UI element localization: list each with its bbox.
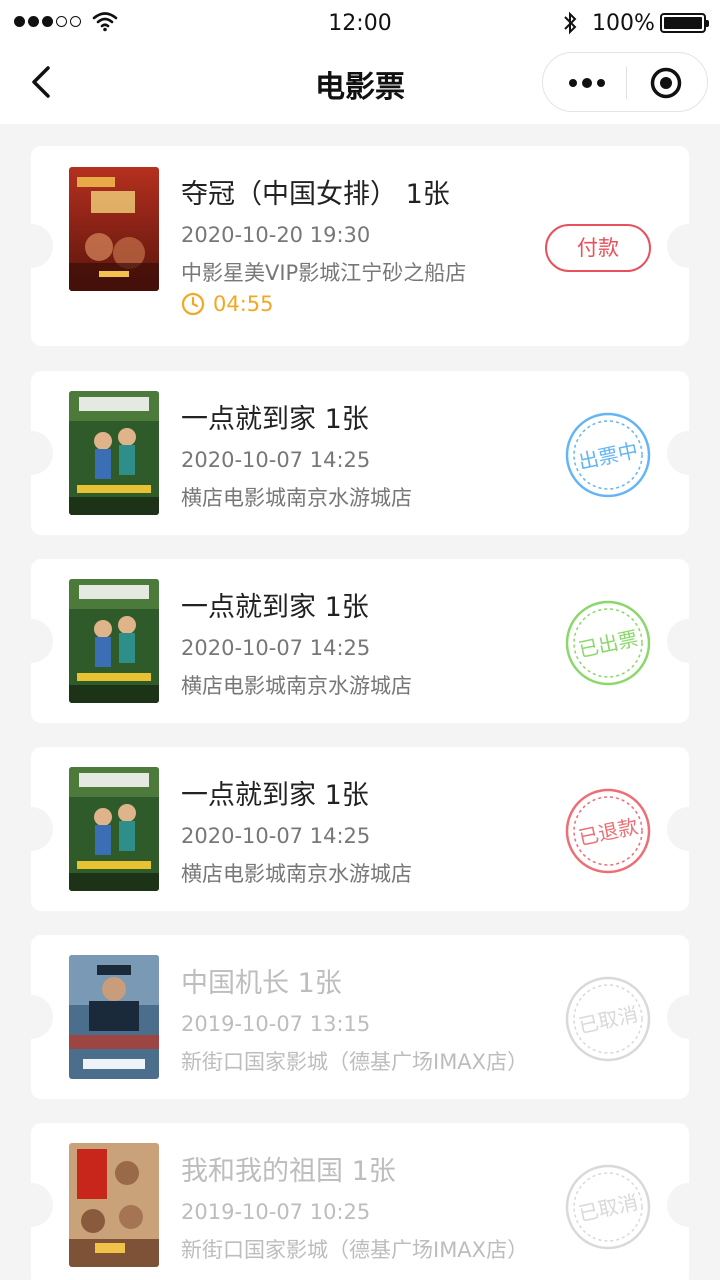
cinema-name: 新街口国家影城（德基广场IMAX店） [181,1238,529,1262]
movie-poster [69,955,159,1079]
status-bar: 12:00 100% [0,0,720,48]
status-stamp: 已退款 [564,787,652,875]
movie-title: 中国机长 1张 [181,968,342,999]
pay-button[interactable]: 付款 [545,224,651,272]
payment-countdown: 04:55 [181,292,274,316]
status-stamp-text: 出票中 [576,438,640,474]
order-card[interactable]: 我和我的祖国 1张 2019-10-07 10:25 新街口国家影城（德基广场I… [31,1123,689,1280]
status-stamp: 出票中 [564,411,652,499]
movie-title: 我和我的祖国 1张 [181,1156,396,1187]
order-card[interactable]: 一点就到家 1张 2020-10-07 14:25 横店电影城南京水游城店 出票… [31,371,689,535]
status-stamp-text: 已出票 [576,626,640,662]
status-stamp-text: 已取消 [576,1190,640,1226]
cinema-name: 横店电影城南京水游城店 [181,862,412,886]
showtime: 2020-10-20 19:30 [181,223,371,247]
showtime: 2019-10-07 13:15 [181,1012,371,1036]
bluetooth-icon [564,11,577,35]
status-stamp: 已取消 [564,1163,652,1251]
order-card[interactable]: 一点就到家 1张 2020-10-07 14:25 横店电影城南京水游城店 已出… [31,559,689,723]
nav-bar: 电影票 [0,48,720,124]
movie-poster [69,767,159,891]
cinema-name: 中影星美VIP影城江宁砂之船店 [181,261,467,285]
movie-title: 一点就到家 1张 [181,780,369,811]
mini-program-capsule [542,52,708,112]
order-card[interactable]: 夺冠（中国女排） 1张 2020-10-20 19:30 中影星美VIP影城江宁… [31,146,689,346]
status-stamp: 已出票 [564,599,652,687]
movie-poster [69,167,159,291]
movie-poster [69,1143,159,1267]
countdown-text: 04:55 [213,292,274,316]
movie-title: 夺冠（中国女排） 1张 [181,179,450,210]
showtime: 2020-10-07 14:25 [181,636,371,660]
status-stamp-text: 已取消 [576,1002,640,1038]
showtime: 2020-10-07 14:25 [181,824,371,848]
status-stamp: 已取消 [564,975,652,1063]
more-options-icon[interactable] [567,78,607,88]
status-stamp-text: 已退款 [576,814,640,850]
order-card[interactable]: 一点就到家 1张 2020-10-07 14:25 横店电影城南京水游城店 已退… [31,747,689,911]
cinema-name: 横店电影城南京水游城店 [181,486,412,510]
cinema-name: 横店电影城南京水游城店 [181,674,412,698]
clock-icon [181,292,205,316]
order-card[interactable]: 中国机长 1张 2019-10-07 13:15 新街口国家影城（德基广场IMA… [31,935,689,1099]
movie-poster [69,391,159,515]
movie-title: 一点就到家 1张 [181,404,369,435]
cinema-name: 新街口国家影城（德基广场IMAX店） [181,1050,529,1074]
showtime: 2019-10-07 10:25 [181,1200,371,1224]
battery-percent: 100% [592,11,655,36]
movie-poster [69,579,159,703]
close-mini-program-icon[interactable] [650,67,682,99]
movie-title: 一点就到家 1张 [181,592,369,623]
battery-icon [660,13,709,33]
showtime: 2020-10-07 14:25 [181,448,371,472]
